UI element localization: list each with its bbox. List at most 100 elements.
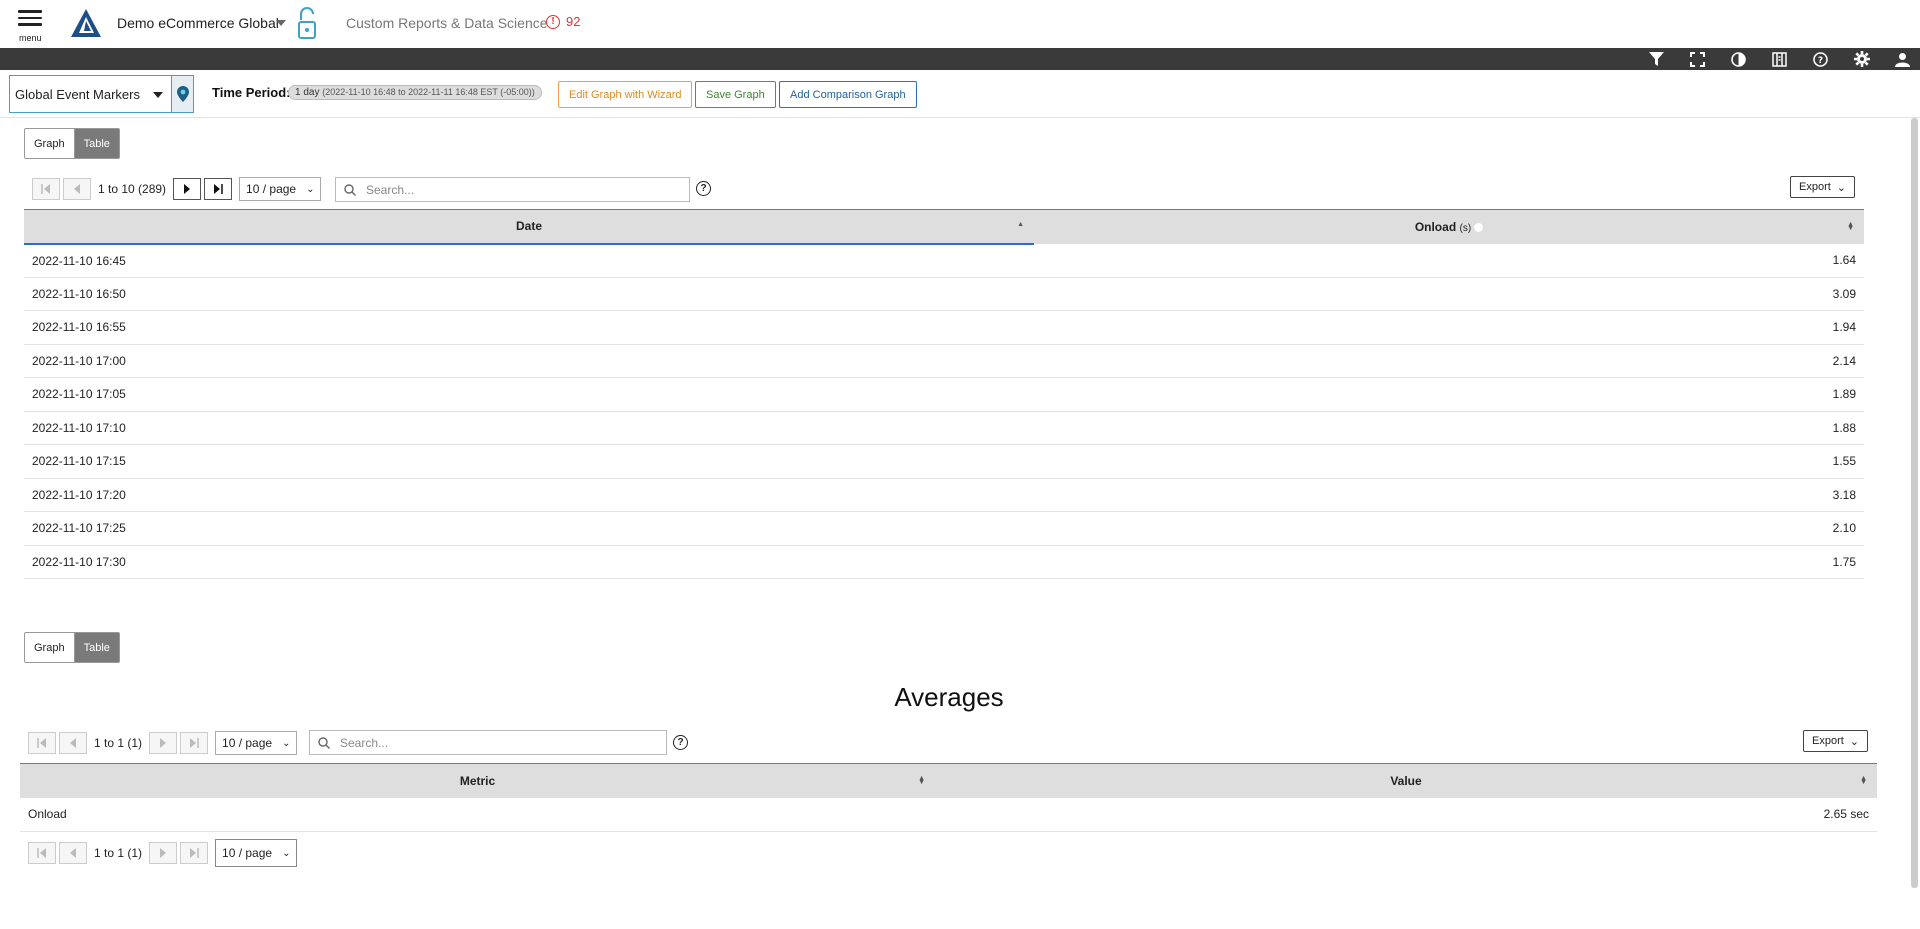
table-row: 2022-11-10 16:45 1.64 bbox=[24, 243, 1864, 278]
toggle-table[interactable]: Table bbox=[74, 129, 119, 158]
last-page-button[interactable] bbox=[180, 842, 209, 864]
first-page-icon bbox=[37, 738, 46, 748]
date-cell: 2022-11-10 16:50 bbox=[24, 277, 1034, 311]
sort-icon: ▲ ▼ bbox=[1860, 775, 1867, 786]
averages-search[interactable]: Search... bbox=[309, 730, 667, 755]
table-search[interactable]: Search... bbox=[335, 177, 690, 202]
next-page-button[interactable] bbox=[149, 732, 178, 754]
export-label: Export bbox=[1812, 735, 1844, 747]
save-graph-button[interactable]: Save Graph bbox=[695, 81, 776, 108]
onload-cell: 1.89 bbox=[1034, 377, 1864, 412]
info-icon[interactable] bbox=[1474, 223, 1484, 233]
table-row: 2022-11-10 17:00 2.14 bbox=[24, 344, 1864, 378]
first-page-button[interactable] bbox=[28, 842, 56, 864]
next-page-icon bbox=[160, 848, 167, 858]
column-header-onload-unit: (s) bbox=[1459, 222, 1472, 234]
search-help-icon[interactable]: ? bbox=[696, 181, 711, 196]
onload-cell: 2.14 bbox=[1034, 344, 1864, 378]
next-page-button[interactable] bbox=[149, 842, 178, 864]
next-page-button[interactable] bbox=[173, 178, 202, 200]
user-icon[interactable] bbox=[1893, 50, 1912, 68]
event-markers-select[interactable]: Global Event Markers bbox=[9, 75, 171, 113]
breadcrumb[interactable]: Custom Reports & Data Science bbox=[346, 15, 548, 31]
date-cell: 2022-11-10 17:10 bbox=[24, 411, 1034, 445]
chevron-down-icon bbox=[153, 92, 163, 98]
columns-icon[interactable] bbox=[1770, 50, 1789, 68]
prev-page-icon bbox=[70, 848, 76, 858]
menu-button[interactable]: menu bbox=[16, 8, 44, 44]
prev-page-icon bbox=[74, 184, 80, 194]
averages-export-button[interactable]: Export ⌄ bbox=[1803, 730, 1869, 752]
help-icon[interactable]: ? bbox=[1811, 50, 1830, 68]
per-page-select[interactable]: 10 / page ⌄ bbox=[215, 731, 298, 755]
search-icon bbox=[318, 736, 330, 749]
prev-page-button[interactable] bbox=[63, 178, 91, 200]
toggle-graph[interactable]: Graph bbox=[25, 129, 75, 158]
last-page-button[interactable] bbox=[204, 178, 233, 200]
chevron-down-icon: ⌄ bbox=[282, 847, 291, 859]
edit-graph-wizard-button[interactable]: Edit Graph with Wizard bbox=[558, 81, 693, 108]
column-header-metric[interactable]: Metric ▲ ▼ bbox=[20, 763, 935, 798]
date-cell: 2022-11-10 16:55 bbox=[24, 310, 1034, 345]
toggle-table[interactable]: Table bbox=[74, 633, 119, 662]
table-row: 2022-11-10 17:20 3.18 bbox=[24, 478, 1864, 512]
first-page-button[interactable] bbox=[28, 732, 56, 754]
sort-asc-icon: ▲ bbox=[1017, 221, 1024, 228]
prev-page-button[interactable] bbox=[59, 842, 87, 864]
last-page-icon bbox=[214, 184, 223, 194]
fullscreen-icon[interactable] bbox=[1688, 50, 1707, 68]
averages-title: Averages bbox=[894, 682, 1004, 712]
marker-pin-button[interactable] bbox=[171, 75, 194, 113]
averages-table: Metric ▲ ▼ Value ▲ ▼ Onload 2.65 sec bbox=[20, 763, 1877, 832]
date-cell: 2022-11-10 17:30 bbox=[24, 545, 1034, 579]
gear-icon[interactable] bbox=[1852, 50, 1871, 68]
last-page-icon bbox=[190, 848, 199, 858]
top-header: menu Demo eCommerce Global Custom Report… bbox=[0, 0, 1920, 48]
column-header-date[interactable]: Date ▲ bbox=[24, 209, 1034, 245]
table-row: 2022-11-10 17:25 2.10 bbox=[24, 511, 1864, 546]
filter-icon[interactable] bbox=[1647, 50, 1666, 68]
export-label: Export bbox=[1799, 181, 1831, 193]
column-header-date-label: Date bbox=[515, 219, 542, 234]
prev-page-icon bbox=[70, 738, 76, 748]
chevron-down-icon: ⌄ bbox=[1849, 735, 1860, 748]
pager-status: 1 to 1 (1) bbox=[94, 736, 143, 750]
date-cell: 2022-11-10 17:15 bbox=[24, 444, 1034, 479]
table-row: 2022-11-10 17:30 1.75 bbox=[24, 545, 1864, 579]
search-help-icon[interactable]: ? bbox=[673, 735, 688, 750]
onload-cell: 3.18 bbox=[1034, 478, 1864, 512]
alerts-indicator[interactable]: ! 92 bbox=[546, 14, 580, 29]
first-page-icon bbox=[37, 848, 46, 858]
per-page-select[interactable]: 10 / page ⌄ bbox=[215, 839, 298, 867]
unlock-icon[interactable] bbox=[296, 6, 318, 40]
onload-cell: 1.88 bbox=[1034, 411, 1864, 445]
app-switch-caret-icon[interactable] bbox=[276, 20, 286, 26]
column-header-onload-label: Onload bbox=[1414, 219, 1457, 234]
event-markers-value: Global Event Markers bbox=[15, 86, 140, 102]
onload-cell: 2.10 bbox=[1034, 511, 1864, 546]
search-placeholder: Search... bbox=[340, 735, 389, 750]
page-scrollbar[interactable] bbox=[1911, 118, 1918, 888]
column-header-onload[interactable]: Onload (s) ▲ ▼ bbox=[1034, 209, 1864, 244]
toggle-graph[interactable]: Graph bbox=[25, 633, 75, 662]
per-page-select[interactable]: 10 / page ⌄ bbox=[239, 177, 322, 201]
averages-pager: 1 to 1 (1) 10 / page ⌄ bbox=[28, 731, 298, 755]
contrast-icon[interactable] bbox=[1729, 50, 1748, 68]
add-comparison-graph-button[interactable]: Add Comparison Graph bbox=[779, 81, 917, 108]
export-button[interactable]: Export ⌄ bbox=[1790, 176, 1856, 198]
per-page-value: 10 / page bbox=[222, 736, 273, 750]
prev-page-button[interactable] bbox=[59, 732, 87, 754]
search-placeholder: Search... bbox=[366, 182, 415, 197]
time-period-pill[interactable]: 1 day (2022-11-10 16:48 to 2022-11-11 16… bbox=[288, 85, 542, 100]
column-header-value[interactable]: Value ▲ ▼ bbox=[935, 763, 1877, 798]
date-cell: 2022-11-10 16:45 bbox=[24, 243, 1034, 278]
table-row: Onload 2.65 sec bbox=[20, 797, 1877, 832]
date-cell: 2022-11-10 17:25 bbox=[24, 511, 1034, 546]
graph-controls: Global Event Markers Time Period: 1 day … bbox=[0, 70, 1920, 118]
alert-icon: ! bbox=[546, 14, 560, 29]
app-name[interactable]: Demo eCommerce Global bbox=[117, 15, 279, 31]
value-cell: 2.65 sec bbox=[935, 797, 1877, 832]
last-page-button[interactable] bbox=[180, 732, 209, 754]
menu-label: menu bbox=[19, 33, 42, 43]
first-page-button[interactable] bbox=[32, 178, 60, 200]
